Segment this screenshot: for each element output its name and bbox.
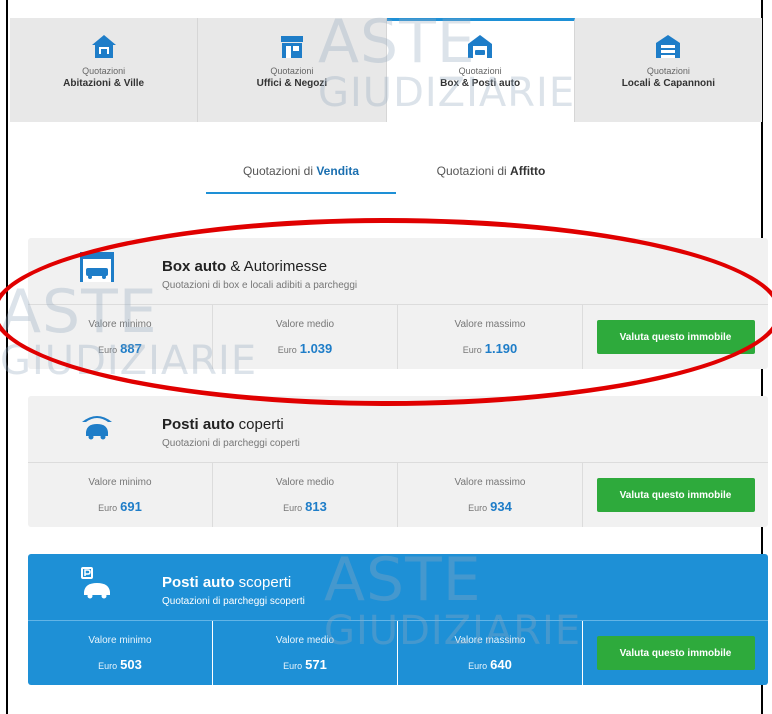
tab-abitazioni-ville[interactable]: Quotazioni Abitazioni & Ville [10,18,199,122]
garage-icon [468,35,493,58]
card-description: Quotazioni di parcheggi coperti [162,438,300,449]
stat-max: Valore massimo Euro 640 [398,621,583,685]
tab-vendita[interactable]: Quotazioni di Vendita [206,164,396,194]
open-parking-icon [81,567,110,599]
tab-small-label: Quotazioni [82,66,126,76]
card-box-auto: Box auto & Autorimesse Quotazioni di box… [28,238,768,369]
tab-small-label: Quotazioni [646,66,690,76]
tab-uffici-negozi[interactable]: Quotazioni Uffici & Negozi [198,18,387,122]
stat-label: Valore minimo [88,477,152,488]
card-action: Valuta questo immobile [583,463,768,527]
amount: 640 [490,657,512,672]
amount: 571 [305,657,327,672]
tab-bold: Affitto [510,164,546,178]
stat-label: Valore medio [275,635,335,646]
stat-max: Valore massimo Euro 934 [398,463,583,527]
card-header: Posti auto scoperti Quotazioni di parche… [28,554,768,620]
stat-value: Euro 887 [28,341,212,356]
card-title-rest: coperti [234,416,284,433]
tab-name: Locali & Capannoni [621,78,716,89]
card-title-rest: scoperti [234,574,292,591]
tab-locali-capannoni[interactable]: Quotazioni Locali & Capannoni [574,18,762,122]
tab-small-label: Quotazioni [270,66,314,76]
tab-prefix: Quotazioni di [242,164,317,178]
valuta-button[interactable]: Valuta questo immobile [596,636,755,670]
stat-label: Valore medio [275,319,335,330]
currency: Euro [283,661,303,671]
stat-value: Euro 1.190 [398,341,582,356]
card-action: Valuta questo immobile [583,305,768,369]
valuta-button[interactable]: Valuta questo immobile [596,478,755,512]
stat-min: Valore minimo Euro 503 [28,621,213,685]
stat-value: Euro 934 [398,499,582,514]
card-stats: Valore minimo Euro 691 Valore medio Euro 8… [28,462,768,527]
stat-min: Valore minimo Euro 887 [28,305,213,369]
currency: Euro [468,661,488,671]
card-title: Posti auto scoperti [162,574,291,591]
stat-label: Valore massimo [454,319,526,330]
card-stats: Valore minimo Euro 503 Valore medio Euro 5… [28,620,768,685]
tab-name: Uffici & Negozi [256,78,328,89]
amount: 691 [120,499,142,514]
card-title-bold: Posti auto [162,574,235,591]
card-posti-auto-scoperti: Posti auto scoperti Quotazioni di parche… [28,554,768,685]
currency: Euro [277,345,297,355]
tab-affitto[interactable]: Quotazioni di Affitto [396,164,586,194]
tab-name: Box & Posti auto [440,78,521,89]
card-header: Posti auto coperti Quotazioni di parcheg… [28,396,768,462]
shop-icon [280,36,303,58]
stat-label: Valore minimo [88,319,152,330]
amount: 1.039 [299,341,333,356]
currency: Euro [468,503,488,513]
currency: Euro [98,661,118,671]
amount: 887 [120,341,142,356]
stat-max: Valore massimo Euro 1.190 [398,305,583,369]
stat-avg: Valore medio Euro 813 [213,463,398,527]
card-stats: Valore minimo Euro 887 Valore medio Euro 1… [28,304,768,369]
card-title-rest: & Autorimesse [226,258,328,275]
card-posti-auto-coperti: Posti auto coperti Quotazioni di parcheg… [28,396,768,527]
tab-bold: Vendita [316,164,360,178]
stat-value: Euro 640 [398,657,582,672]
card-action: Valuta questo immobile [583,621,768,685]
amount: 503 [120,657,142,672]
category-tabs: Quotazioni Abitazioni & Ville Quotazioni… [10,18,762,122]
currency: Euro [462,345,482,355]
garage-car-icon [80,252,114,282]
card-description: Quotazioni di box e locali adibiti a par… [162,280,358,291]
stat-label: Valore minimo [88,635,152,646]
amount: 1.190 [484,341,518,356]
stat-value: Euro 571 [213,657,397,672]
amount: 934 [490,499,512,514]
amount: 813 [305,499,327,514]
card-title-bold: Posti auto [162,416,235,433]
covered-parking-icon [82,416,112,440]
stat-value: Euro 813 [213,499,397,514]
warehouse-icon [656,35,681,58]
valuta-button[interactable]: Valuta questo immobile [596,320,755,354]
tab-prefix: Quotazioni di [436,164,511,178]
stat-label: Valore medio [275,477,335,488]
currency: Euro [283,503,303,513]
stat-value: Euro 691 [28,499,212,514]
tab-small-label: Quotazioni [458,66,502,76]
stat-min: Valore minimo Euro 691 [28,463,213,527]
stat-label: Valore massimo [454,477,526,488]
card-title: Box auto & Autorimesse [162,258,327,275]
card-title: Posti auto coperti [162,416,284,433]
tab-name: Abitazioni & Ville [63,78,145,89]
currency: Euro [98,345,118,355]
quotation-type-tabs: Quotazioni di Vendita Quotazioni di Affi… [206,164,586,194]
stat-value: Euro 503 [28,657,212,672]
currency: Euro [98,503,118,513]
tab-box-posti-auto[interactable]: Quotazioni Box & Posti auto [386,18,575,122]
stat-avg: Valore medio Euro 571 [213,621,398,685]
stat-value: Euro 1.039 [213,341,397,356]
stat-label: Valore massimo [454,635,526,646]
house-icon [91,35,116,58]
card-description: Quotazioni di parcheggi scoperti [162,596,305,607]
card-title-bold: Box auto [162,258,227,275]
card-header: Box auto & Autorimesse Quotazioni di box… [28,238,768,304]
stat-avg: Valore medio Euro 1.039 [213,305,398,369]
